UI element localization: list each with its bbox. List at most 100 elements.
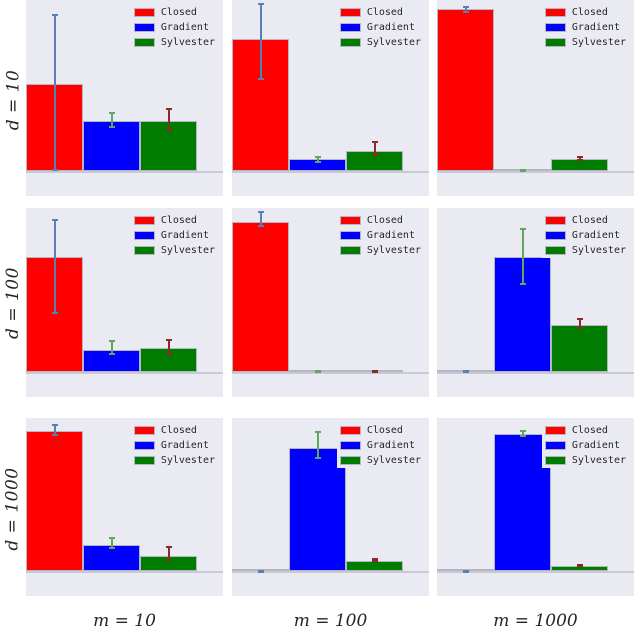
error-bar-cap-bottom [372,371,378,373]
legend-item-gradient[interactable]: Gradient [133,439,215,451]
error-bar [315,431,321,459]
legend-swatch-sylvester-icon [133,455,155,465]
error-bar-cap-bottom [577,327,583,329]
error-bar [372,558,378,562]
legend-label: Closed [571,424,608,436]
legend: Closed Gradient Sylvester [336,212,425,258]
legend-item-gradient[interactable]: Gradient [133,21,215,33]
legend-item-gradient[interactable]: Gradient [339,439,421,451]
error-bar [577,156,583,161]
legend-swatch-sylvester-icon [339,245,361,255]
legend-swatch-sylvester-icon [544,245,566,255]
error-bar-cap-bottom [166,129,172,131]
row-label-text: d = 100 [3,267,24,339]
legend-label: Gradient [571,21,620,33]
legend-label: Sylvester [366,454,421,466]
legend-item-sylvester[interactable]: Sylvester [544,36,626,48]
error-bar-cap-bottom [258,571,264,573]
facet-panel: Closed Gradient Sylvester [232,418,429,596]
legend: Closed Gradient Sylvester [541,422,630,468]
legend-swatch-gradient-icon [544,440,566,450]
legend-label: Closed [366,214,403,226]
legend-item-closed[interactable]: Closed [544,214,626,226]
error-bar-cap-bottom [463,371,469,373]
legend-item-gradient[interactable]: Gradient [339,21,421,33]
legend-item-sylvester[interactable]: Sylvester [339,244,421,256]
bar-gradient[interactable] [83,121,140,171]
legend-label: Gradient [160,229,209,241]
legend-label: Gradient [571,229,620,241]
legend-item-sylvester[interactable]: Sylvester [544,244,626,256]
legend-label: Closed [366,424,403,436]
bar-closed[interactable] [232,222,289,372]
error-bar-cap-bottom [52,312,58,314]
error-bar [315,370,321,373]
legend-item-closed[interactable]: Closed [339,6,421,18]
legend-swatch-gradient-icon [133,22,155,32]
error-bar-cap-top [315,431,321,433]
error-bar-cap-top [258,211,264,213]
legend-swatch-closed-icon [133,215,155,225]
legend-item-sylvester[interactable]: Sylvester [339,36,421,48]
bar-closed[interactable] [437,9,494,171]
legend-item-gradient[interactable]: Gradient [133,229,215,241]
error-bar [577,564,583,567]
bar-closed[interactable] [26,431,83,571]
error-bar [315,156,321,163]
legend-item-closed[interactable]: Closed [133,214,215,226]
legend-label: Gradient [366,21,415,33]
error-bar [463,370,469,373]
legend-item-closed[interactable]: Closed [339,424,421,436]
facet-panel: Closed Gradient Sylvester [232,0,429,196]
legend-item-closed[interactable]: Closed [544,424,626,436]
legend: Closed Gradient Sylvester [336,422,425,468]
error-bar-cap-bottom [166,559,172,561]
error-bar [258,570,264,573]
legend-label: Gradient [160,21,209,33]
error-bar-cap-bottom [52,434,58,436]
row-label-text: d = 1000 [3,467,24,551]
legend-swatch-closed-icon [544,425,566,435]
error-bar [577,318,583,329]
error-bar [372,370,378,373]
row-label-text: d = 10 [3,69,24,131]
legend-item-closed[interactable]: Closed [133,424,215,436]
facet-panel: Closed Gradient Sylvester [26,208,223,397]
error-bar-cap-top [52,14,58,16]
bar-sylvester[interactable] [346,561,403,571]
legend-item-gradient[interactable]: Gradient [544,439,626,451]
legend-label: Gradient [160,439,209,451]
bar-sylvester[interactable] [551,325,608,372]
legend-item-sylvester[interactable]: Sylvester [133,454,215,466]
legend-item-sylvester[interactable]: Sylvester [133,36,215,48]
legend-swatch-gradient-icon [339,22,361,32]
legend-item-closed[interactable]: Closed [544,6,626,18]
error-bar-cap-bottom [166,353,172,355]
legend-label: Closed [571,6,608,18]
error-bar-cap-bottom [315,371,321,373]
error-bar [372,141,378,156]
legend-swatch-closed-icon [339,215,361,225]
legend-item-gradient[interactable]: Gradient [544,229,626,241]
legend-item-sylvester[interactable]: Sylvester [133,244,215,256]
error-bar-cap-top [166,108,172,110]
error-bar [520,228,526,285]
axis-baseline [26,372,223,374]
error-bar [52,424,58,436]
error-bar [109,537,115,549]
error-bar-cap-top [577,156,583,158]
legend-swatch-gradient-icon [544,230,566,240]
error-bar-cap-bottom [258,78,264,80]
error-bar [463,6,469,13]
legend-item-closed[interactable]: Closed [339,214,421,226]
legend-item-gradient[interactable]: Gradient [339,229,421,241]
error-bar [258,211,264,227]
legend-item-closed[interactable]: Closed [133,6,215,18]
axis-baseline [232,171,429,173]
legend-item-gradient[interactable]: Gradient [544,21,626,33]
error-bar-cap-top [463,6,469,8]
error-bar-cap-bottom [109,353,115,355]
legend-swatch-gradient-icon [133,440,155,450]
legend-item-sylvester[interactable]: Sylvester [339,454,421,466]
legend-item-sylvester[interactable]: Sylvester [544,454,626,466]
